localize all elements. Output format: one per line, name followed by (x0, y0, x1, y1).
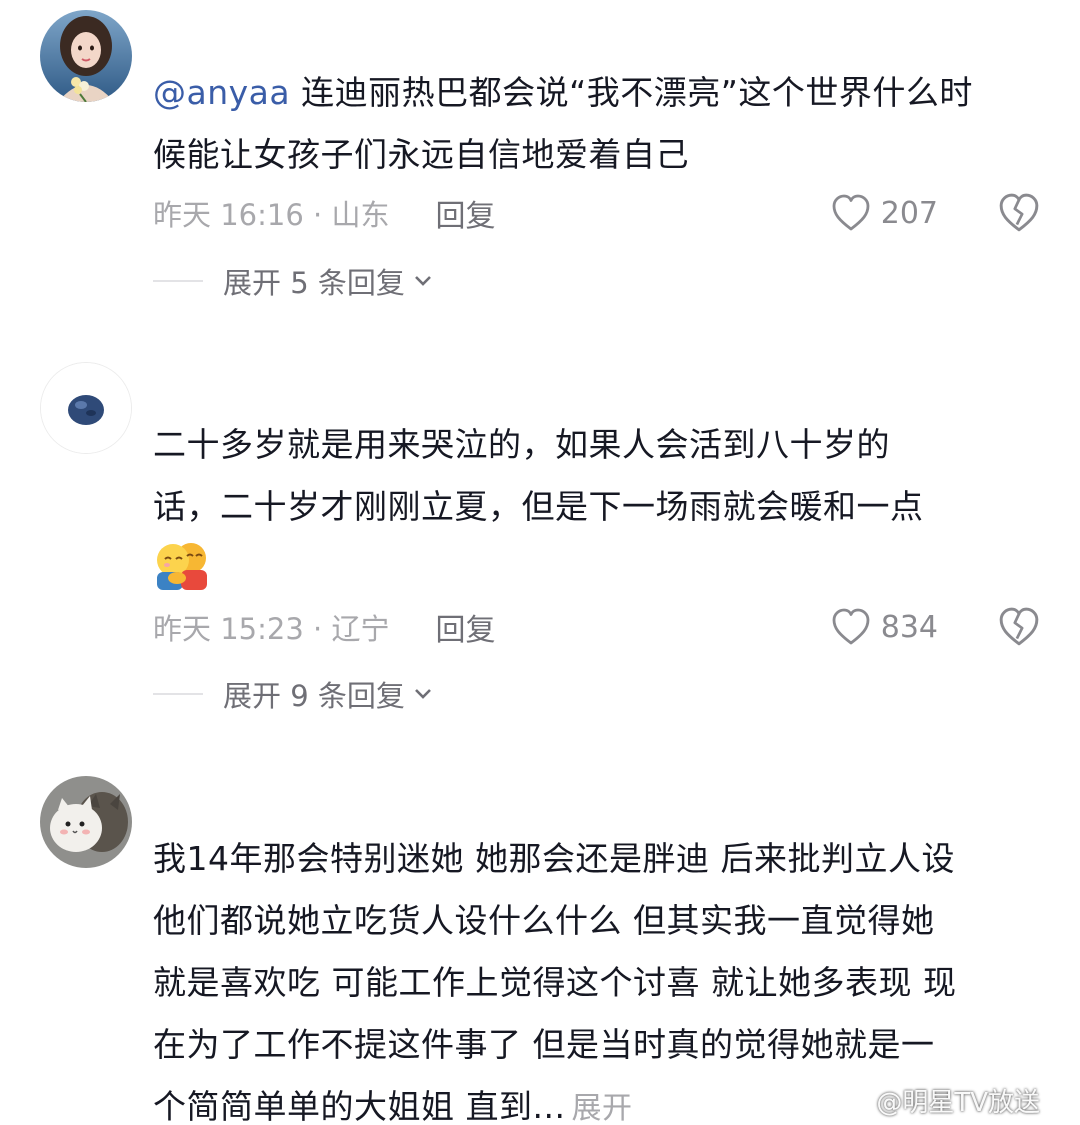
expand-replies[interactable]: 展开 5 条回复 (153, 261, 433, 301)
comment-text: 我14年那会特别迷她 她那会还是胖迪 后来批判立人设 他们都说她立吃货人设什么什… (153, 828, 956, 1125)
like-button[interactable]: 834 (831, 605, 938, 649)
comment-text: 二十多岁就是用来哭泣的，如果人会活到八十岁的 话，二十岁才刚刚立夏，但是下一场雨… (153, 414, 924, 538)
comment-line: 他们都说她立吃货人设什么什么 但其实我一直觉得她 (153, 901, 935, 940)
comment-line: 就是喜欢吃 可能工作上觉得这个讨喜 就让她多表现 现 (153, 963, 957, 1002)
watermark: @明星TV放送 (832, 1082, 1040, 1119)
reply-button[interactable]: 回复 (435, 605, 495, 649)
comment-line: @anyaa 连迪丽热巴都会说“我不漂亮”这个世界什么时 (153, 62, 973, 124)
comment-meta: 昨天 16:16 · 山东 回复 (153, 191, 495, 235)
username-mention[interactable]: @anyaa (153, 73, 290, 112)
expand-text-button[interactable]: 展开 (571, 1091, 632, 1125)
hug-emoji (157, 543, 207, 590)
avatar[interactable] (40, 10, 132, 102)
divider (153, 280, 203, 282)
comment-list: @anyaa 连迪丽热巴都会说“我不漂亮”这个世界什么时 候能让女孩子们永远自信… (0, 0, 1080, 1125)
avatar[interactable] (40, 362, 132, 454)
comment-meta: 昨天 15:23 · 辽宁 回复 (153, 605, 495, 649)
reply-button[interactable]: 回复 (435, 191, 495, 235)
expand-replies-label: 展开 9 条回复 (223, 679, 405, 713)
comment-line: 候能让女孩子们永远自信地爱着自己 (153, 135, 689, 174)
comment-line: 话，二十岁才刚刚立夏，但是下一场雨就会暖和一点 (153, 487, 924, 526)
comment-line: 我14年那会特别迷她 她那会还是胖迪 后来批判立人设 (153, 839, 955, 878)
chevron-down-icon (414, 276, 431, 286)
comment-text: @anyaa 连迪丽热巴都会说“我不漂亮”这个世界什么时 候能让女孩子们永远自信… (153, 62, 973, 186)
watermark-text: @明星TV放送 (876, 1088, 1040, 1118)
avatar[interactable] (40, 776, 132, 868)
divider (153, 693, 203, 695)
heart-icon (832, 608, 870, 645)
like-count: 207 (880, 195, 938, 231)
chevron-down-icon (414, 689, 431, 699)
expand-replies-label: 展开 5 条回复 (223, 266, 405, 300)
like-count: 834 (880, 609, 938, 645)
comment-line: 二十多岁就是用来哭泣的，如果人会活到八十岁的 (153, 425, 890, 464)
broken-heart-icon[interactable] (998, 606, 1040, 648)
broken-heart-icon[interactable] (998, 192, 1040, 234)
weibo-icon (833, 1090, 868, 1115)
comment-body: 连迪丽热巴都会说“我不漂亮”这个世界什么时 (301, 73, 973, 112)
comment-line: 在为了工作不提这件事了 但是当时真的觉得她就是一 (153, 1025, 935, 1064)
timestamp-location: 昨天 15:23 · 辽宁 (153, 612, 390, 646)
expand-replies[interactable]: 展开 9 条回复 (153, 674, 433, 714)
like-button[interactable]: 207 (831, 191, 938, 235)
comment-body: 个简简单单的大姐姐 直到... (153, 1087, 566, 1125)
heart-icon (832, 194, 870, 231)
timestamp-location: 昨天 16:16 · 山东 (153, 198, 390, 232)
